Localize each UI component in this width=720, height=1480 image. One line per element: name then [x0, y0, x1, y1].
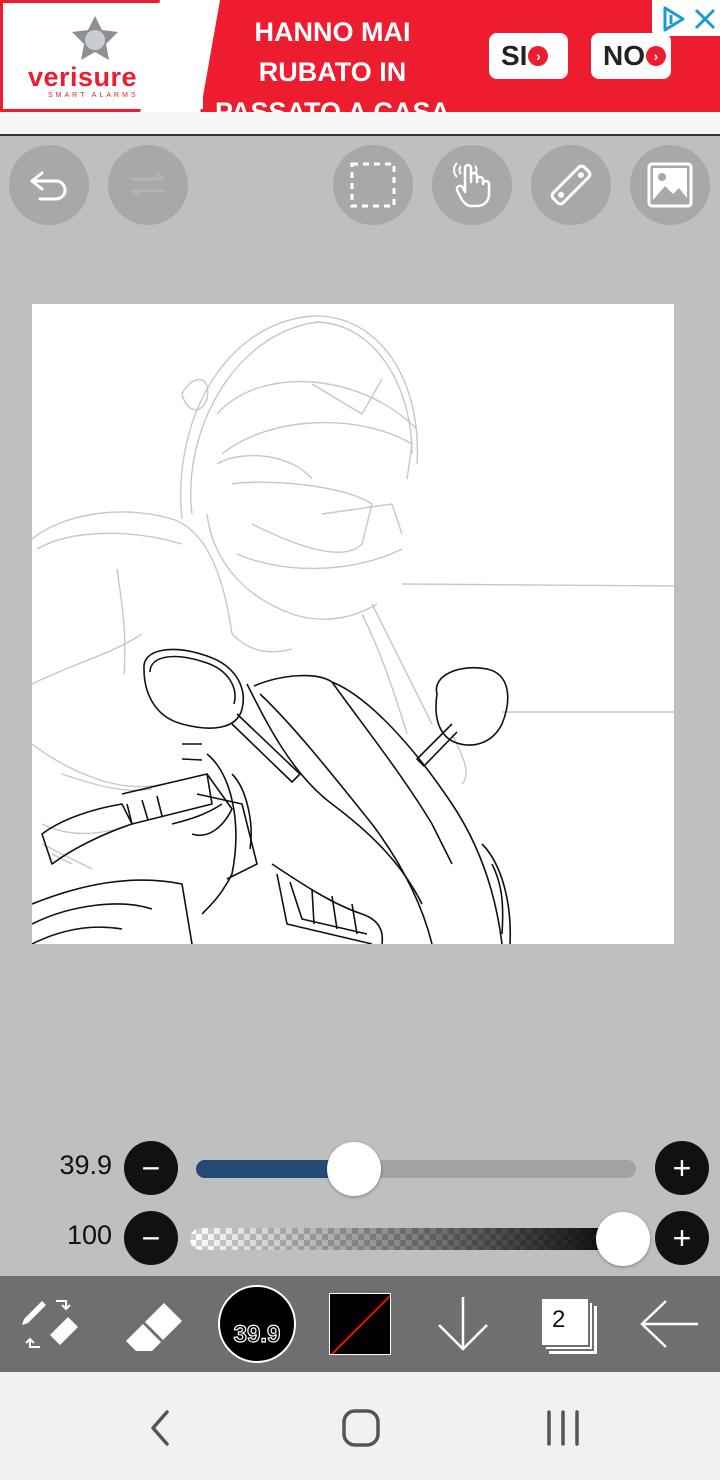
ad-banner[interactable]: verisure SMART ALARMS HANNO MAI RUBATO I… [0, 0, 720, 112]
sketch-drawing [32, 315, 674, 944]
ad-brand-subtitle: SMART ALARMS [48, 92, 139, 99]
ad-brand-name: verisure [28, 62, 138, 92]
brush-size-button[interactable]: 39.9 [216, 1276, 298, 1372]
ruler-icon [550, 164, 592, 206]
brush-eraser-swap-button[interactable] [14, 1276, 84, 1372]
move-down-icon [438, 1297, 488, 1351]
system-navigation-bar [0, 1372, 720, 1480]
move-down-button[interactable] [432, 1276, 494, 1372]
plus-icon: + [672, 1150, 692, 1186]
ad-choices-icon[interactable] [658, 4, 688, 34]
minus-icon: − [141, 1220, 161, 1256]
hand-gesture-button[interactable] [432, 145, 512, 225]
ruler-button[interactable] [531, 145, 611, 225]
brush-size-slider-knob[interactable] [327, 1142, 381, 1196]
drawing-canvas[interactable] [32, 304, 674, 944]
ad-separator [0, 112, 720, 136]
brush-size-slider[interactable] [196, 1160, 636, 1178]
minus-icon: − [141, 1150, 161, 1186]
eraser-button[interactable] [120, 1276, 186, 1372]
brush-size-value: 39.9 [59, 1150, 112, 1180]
brush-size-decrease-button[interactable]: − [124, 1141, 178, 1195]
opacity-decrease-button[interactable]: − [124, 1211, 178, 1265]
eraser-icon [126, 1303, 182, 1351]
opacity-slider[interactable] [190, 1228, 634, 1250]
back-arrow-button[interactable] [636, 1276, 702, 1372]
opacity-value: 100 [66, 1220, 112, 1250]
recents-icon[interactable] [543, 1408, 583, 1448]
layers-button[interactable]: 2 [532, 1276, 602, 1372]
layer-count: 2 [552, 1306, 566, 1333]
plus-icon: + [672, 1220, 692, 1256]
hand-gesture-icon [453, 162, 491, 208]
back-icon[interactable] [145, 1408, 175, 1448]
brush-eraser-swap-icon [22, 1300, 78, 1348]
selection-button[interactable] [333, 145, 413, 225]
ad-headline-line: RUBATO IN [258, 57, 407, 87]
bottom-toolbar: 39.9 2 [0, 1276, 720, 1372]
ad-no-button[interactable]: NO › [591, 33, 671, 79]
undo-icon [30, 171, 67, 201]
back-arrow-icon [640, 1300, 698, 1348]
ad-choices-panel [652, 0, 720, 36]
selection-icon [350, 162, 396, 208]
verisure-logo-icon [72, 16, 118, 60]
ad-no-label: NO [603, 40, 645, 71]
ad-headline-line: HANNO MAI [254, 17, 411, 47]
ad-headline-line: PASSATO A CASA [214, 97, 451, 112]
redo-icon [131, 172, 165, 198]
reference-image-button[interactable] [630, 145, 710, 225]
brush-size-label: 39.9 [233, 1320, 281, 1348]
opacity-increase-button[interactable]: + [655, 1211, 709, 1265]
layers-icon [540, 1297, 597, 1354]
opacity-slider-knob[interactable] [596, 1212, 650, 1266]
brush-size-increase-button[interactable]: + [655, 1141, 709, 1195]
ad-yes-label: SI [501, 40, 528, 71]
ad-headline: HANNO MAI RUBATO IN PASSATO A CASA [205, 12, 460, 112]
redo-button[interactable] [108, 145, 188, 225]
color-swatch-icon [329, 1293, 391, 1355]
chevron-right-icon: › [528, 46, 549, 66]
image-icon [647, 162, 693, 208]
brush-size-icon: 39.9 [218, 1285, 296, 1363]
chevron-right-icon: › [646, 46, 666, 66]
undo-button[interactable] [9, 145, 89, 225]
ad-yes-button[interactable]: SI › [489, 33, 568, 79]
home-icon[interactable] [341, 1408, 381, 1448]
color-swatch-button[interactable] [328, 1276, 392, 1372]
ad-close-icon[interactable] [692, 6, 718, 32]
